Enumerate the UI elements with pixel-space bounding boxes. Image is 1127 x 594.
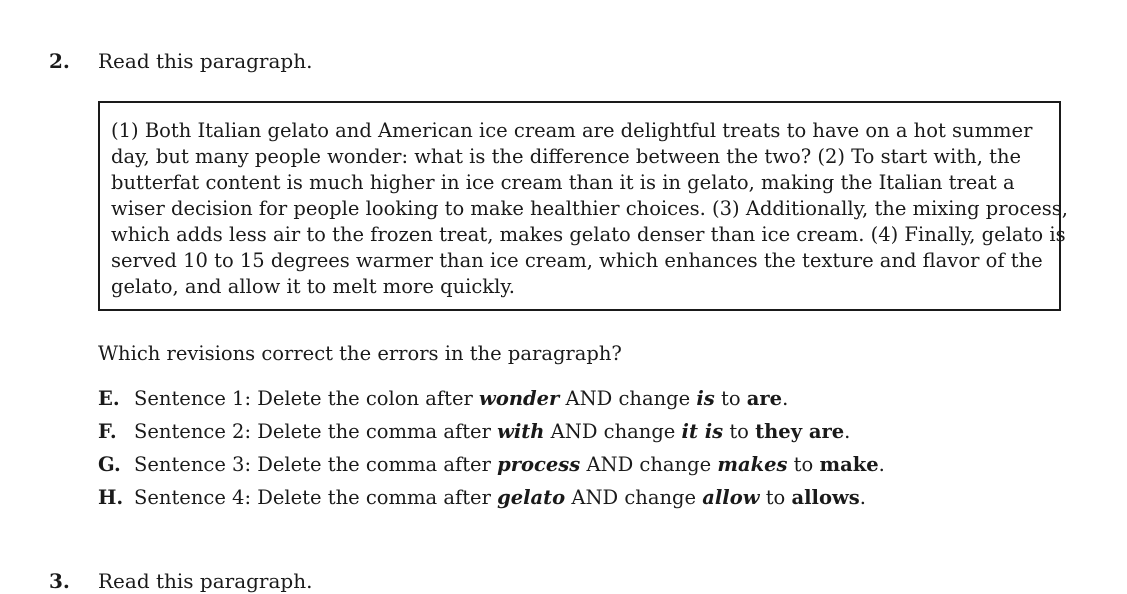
choice-to: to [723,420,756,443]
passage-box: (1) Both Italian gelato and American ice… [98,101,1068,311]
choice-replacement-word: make [819,453,879,476]
passage-line: butterfat content is much higher in ice … [111,171,1015,194]
choice-pre: Sentence 4: Delete the comma after [134,486,498,509]
choice-g[interactable]: G. Sentence 3: Delete the comma after pr… [98,452,885,485]
choice-target-word: process [497,453,581,476]
question-stem: Which revisions correct the errors in th… [98,342,622,365]
choice-pre: Sentence 2: Delete the comma after [134,420,498,443]
choice-target-word: wonder [479,387,560,410]
choice-f[interactable]: F. Sentence 2: Delete the comma after wi… [98,419,885,452]
choice-text: Sentence 1: Delete the colon after wonde… [134,386,788,412]
passage-line: gelato, and allow it to melt more quickl… [111,275,515,298]
choice-to: to [714,387,747,410]
choice-to: to [787,453,820,476]
passage-line: wiser decision for people looking to mak… [111,197,1068,220]
choice-letter: H. [98,486,124,509]
choice-replacement-word: allows [791,486,860,509]
choice-letter: G. [98,453,121,476]
choice-end: . [782,387,789,410]
choice-pre: Sentence 1: Delete the colon after [134,387,480,410]
question-prompt: Read this paragraph. [98,49,313,73]
choice-mid: AND change [559,387,697,410]
choice-original-word: makes [717,453,788,476]
passage-line: served 10 to 15 degrees warmer than ice … [111,249,1043,272]
choice-e[interactable]: E. Sentence 1: Delete the colon after wo… [98,386,885,419]
choice-letter: E. [98,387,120,410]
choice-h[interactable]: H. Sentence 4: Delete the comma after ge… [98,485,885,518]
choice-mid: AND change [565,486,703,509]
choice-text: Sentence 2: Delete the comma after with … [134,419,850,445]
answer-choices: E. Sentence 1: Delete the colon after wo… [98,386,885,518]
choice-mid: AND change [544,420,682,443]
choice-pre: Sentence 3: Delete the comma after [134,453,498,476]
next-question-header: 3. Read this paragraph. [49,568,312,594]
choice-target-word: gelato [497,486,566,509]
choice-to: to [759,486,792,509]
choice-letter: F. [98,420,117,443]
choice-target-word: with [497,420,545,443]
passage-line: (1) Both Italian gelato and American ice… [111,119,1033,142]
next-question-number: 3. [49,569,70,593]
passage-line: which adds less air to the frozen treat,… [111,223,1066,246]
choice-text: Sentence 4: Delete the comma after gelat… [134,485,866,511]
choice-text: Sentence 3: Delete the comma after proce… [134,452,885,478]
choice-mid: AND change [580,453,718,476]
choice-replacement-word: they are [755,420,845,443]
choice-original-word: allow [702,486,760,509]
choice-end: . [844,420,851,443]
choice-original-word: is [696,387,715,410]
passage-line: day, but many people wonder: what is the… [111,145,1022,168]
choice-original-word: it is [681,420,724,443]
question-number: 2. [49,49,70,73]
next-question-prompt: Read this paragraph. [98,569,313,593]
choice-replacement-word: are [746,387,783,410]
choice-end: . [859,486,866,509]
choice-end: . [878,453,885,476]
